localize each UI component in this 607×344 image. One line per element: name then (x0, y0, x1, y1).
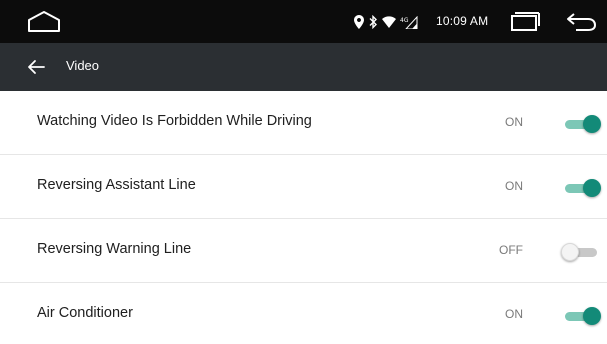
setting-state-text: ON (505, 307, 523, 321)
toggle-switch[interactable] (561, 240, 601, 264)
setting-label: Reversing Assistant Line (37, 177, 196, 193)
status-icons: 4G (354, 13, 418, 31)
back-icon[interactable] (562, 10, 598, 34)
wifi-icon (382, 16, 396, 28)
svg-text:4G: 4G (400, 17, 409, 24)
status-clock: 10:09 AM (436, 14, 489, 28)
setting-label: Air Conditioner (37, 305, 133, 321)
title-bar: Video (0, 43, 607, 91)
toggle-thumb (583, 179, 601, 197)
arrow-left-icon[interactable] (22, 53, 50, 81)
toggle-switch[interactable] (561, 112, 601, 136)
home-icon[interactable] (26, 9, 62, 35)
page-title: Video (66, 58, 100, 73)
setting-label: Watching Video Is Forbidden While Drivin… (37, 113, 312, 129)
screen: 4G 10:09 AM Video Watching Video Is Forb… (0, 0, 607, 344)
toggle-thumb (561, 243, 579, 261)
setting-state-text: ON (505, 115, 523, 129)
setting-state-text: ON (505, 179, 523, 193)
setting-row-reversing-warning-line[interactable]: Reversing Warning Line OFF (0, 219, 607, 283)
setting-row-watching-video-forbidden[interactable]: Watching Video Is Forbidden While Drivin… (0, 91, 607, 155)
settings-list: Watching Video Is Forbidden While Drivin… (0, 91, 607, 344)
toggle-switch[interactable] (561, 176, 601, 200)
setting-row-reversing-assistant-line[interactable]: Reversing Assistant Line ON (0, 155, 607, 219)
toggle-switch[interactable] (561, 304, 601, 328)
setting-row-air-conditioner[interactable]: Air Conditioner ON (0, 283, 607, 344)
toggle-thumb (583, 307, 601, 325)
bluetooth-icon (368, 15, 378, 29)
status-bar: 4G 10:09 AM (0, 0, 607, 43)
recent-apps-icon[interactable] (506, 10, 542, 34)
location-icon (354, 15, 364, 29)
setting-state-text: OFF (499, 243, 523, 257)
setting-label: Reversing Warning Line (37, 241, 192, 257)
toggle-thumb (583, 115, 601, 133)
signal-icon: 4G (400, 15, 418, 29)
